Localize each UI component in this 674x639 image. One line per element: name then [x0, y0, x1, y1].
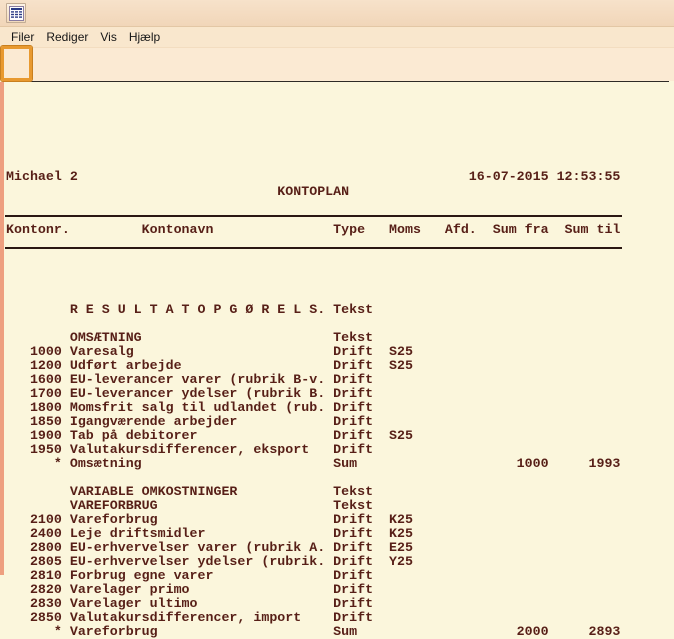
report-header-line: Michael 2 16-07-2015 12:53:55: [6, 169, 621, 184]
app-menu-button[interactable]: [6, 3, 26, 23]
table-rule-bottom: [5, 247, 622, 249]
menu-item-hjaelp[interactable]: Hjælp: [128, 29, 161, 45]
left-edge-strip: [0, 82, 4, 575]
app-window: { "window": { "app_icon": "table-icon" }…: [0, 0, 674, 639]
title-bar: [0, 0, 674, 27]
menu-item-filer[interactable]: Filer: [10, 29, 35, 45]
report-view: Michael 2 16-07-2015 12:53:55 KONTOPLAN …: [0, 82, 674, 639]
column-header-line: Kontonr. Kontonavn Type Moms Afd. Sum fr…: [6, 222, 621, 237]
menu-item-rediger[interactable]: Rediger: [45, 29, 89, 45]
menu-bar: Filer Rediger Vis Hjælp: [0, 27, 674, 48]
report-body: R E S U L T A T O P G Ø R E L S. Tekst O…: [29, 302, 621, 639]
highlight-annotation: [1, 46, 32, 81]
toolbar: [0, 48, 674, 124]
report-title-line: KONTOPLAN: [6, 184, 350, 199]
table-rule-top: [5, 215, 622, 217]
menu-item-vis[interactable]: Vis: [99, 29, 117, 45]
table-icon: [8, 5, 24, 21]
